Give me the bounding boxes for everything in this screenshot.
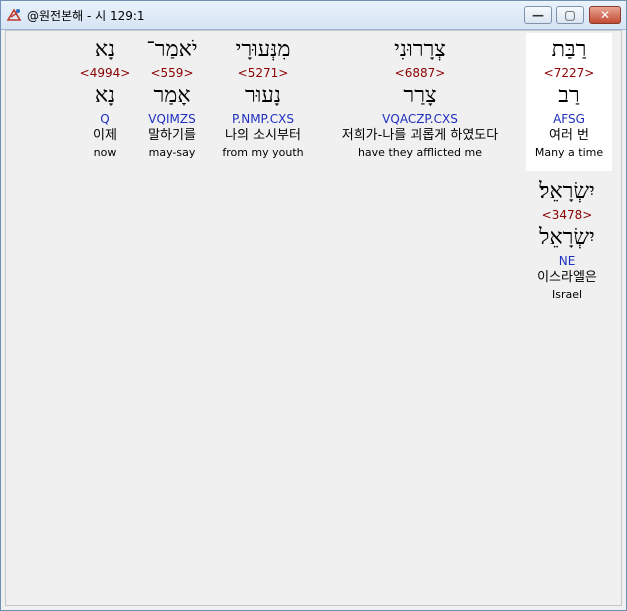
title-bar[interactable]: @원전본해 - 시 129:1 — ▢ ✕ — [1, 1, 626, 30]
word-cell[interactable]: נָא <4994> נָא Q 이제 now — [78, 33, 132, 171]
strong-number[interactable]: <4994> — [78, 65, 132, 81]
app-logo-icon — [6, 8, 22, 21]
minimize-button[interactable]: — — [524, 6, 552, 24]
korean-gloss: 말하기를 — [148, 128, 196, 143]
morphology-code: AFSG — [553, 112, 585, 126]
strong-number[interactable]: <6887> — [322, 65, 518, 81]
english-gloss: now — [93, 146, 117, 159]
hebrew-word: רַבַּת — [551, 37, 587, 62]
lemma: נָעוּר — [244, 83, 282, 108]
hebrew-word: צְרָרוּנִי — [394, 37, 446, 62]
korean-gloss: 이스라엘은 — [537, 270, 597, 285]
hebrew-word: מִנְּעוּרָי — [235, 37, 291, 62]
english-gloss: may-say — [148, 146, 196, 159]
strong-number[interactable]: <3478> — [520, 207, 614, 223]
korean-gloss: 여러 번 — [548, 128, 589, 143]
morphology-code: NE — [558, 254, 576, 268]
english-gloss: from my youth — [222, 146, 304, 159]
lemma: אָמַר — [153, 83, 191, 108]
word-cell[interactable]: יִשְׂרָאֵל׃ <3478> יִשְׂרָאֵל NE 이스라엘은 I… — [520, 175, 614, 313]
word-cell[interactable]: מִנְּעוּרָי <5271> נָעוּר P.NMP.CXS 나의 소… — [212, 33, 314, 171]
close-icon: ✕ — [599, 8, 611, 22]
hebrew-word: נָא — [94, 37, 116, 62]
lemma: יִשְׂרָאֵל — [539, 225, 595, 250]
morphology-code: P.NMP.CXS — [232, 112, 294, 126]
lemma: צָרַר — [403, 83, 437, 108]
morphology-code: VQIMZS — [148, 112, 196, 126]
english-gloss: Many a time — [534, 146, 604, 159]
lemma: רַב — [558, 83, 580, 108]
interlinear-panel: רַבַּת <7227> רַב AFSG 여러 번 Many a time … — [5, 30, 622, 606]
hebrew-word: יִשְׂרָאֵל׃ — [539, 179, 595, 204]
minimize-icon: — — [532, 8, 544, 22]
korean-gloss: 이제 — [93, 128, 117, 143]
strong-number[interactable]: <559> — [136, 65, 208, 81]
morphology-code: VQACZP.CXS — [382, 112, 458, 126]
korean-gloss: 저희가-나를 괴롭게 하였도다 — [341, 128, 499, 143]
strong-number[interactable]: <5271> — [212, 65, 314, 81]
word-cell[interactable]: רַבַּת <7227> רַב AFSG 여러 번 Many a time — [526, 33, 612, 171]
window-title: @원전본해 - 시 129:1 — [27, 9, 145, 23]
morphology-code: Q — [100, 112, 110, 126]
word-cell[interactable]: יֹאמַר־ <559> אָמַר VQIMZS 말하기를 may-say — [136, 33, 208, 171]
word-cell[interactable]: צְרָרוּנִי <6887> צָרַר VQACZP.CXS 저희가-나… — [322, 33, 518, 171]
maximize-icon: ▢ — [564, 8, 576, 22]
english-gloss: have they afflicted me — [357, 146, 483, 159]
maximize-button[interactable]: ▢ — [556, 6, 584, 24]
strong-number[interactable]: <7227> — [526, 65, 612, 81]
app-window: @원전본해 - 시 129:1 — ▢ ✕ רַבַּת <7227> רַב … — [0, 0, 627, 611]
lemma: נָא — [94, 83, 116, 108]
korean-gloss: 나의 소시부터 — [225, 128, 301, 143]
hebrew-word: יֹאמַר־ — [146, 37, 198, 62]
close-button[interactable]: ✕ — [589, 6, 621, 24]
english-gloss: Israel — [551, 288, 583, 301]
